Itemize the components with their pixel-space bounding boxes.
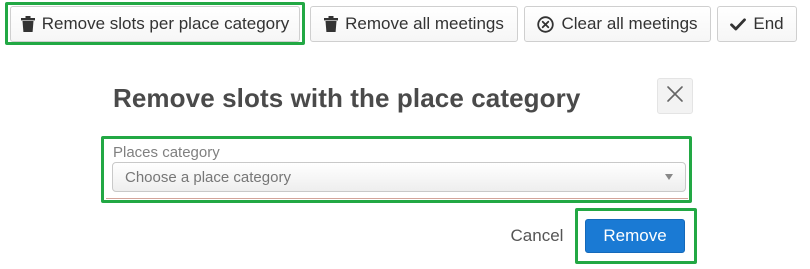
places-category-field: Places category Choose a place category <box>106 140 688 199</box>
clear-all-meetings-label: Clear all meetings <box>561 14 698 33</box>
close-icon <box>666 85 684 108</box>
places-category-label: Places category <box>113 144 220 161</box>
page: Remove slots per place category Remove a… <box>0 0 810 269</box>
toolbar: Remove slots per place category Remove a… <box>0 0 810 48</box>
cancel-button[interactable]: Cancel <box>502 222 572 250</box>
select-placeholder: Choose a place category <box>125 168 291 186</box>
circle-x-icon <box>537 15 555 33</box>
remove-all-meetings-button[interactable]: Remove all meetings <box>310 6 518 42</box>
dialog-title: Remove slots with the place category <box>113 83 581 113</box>
check-icon <box>730 17 747 31</box>
place-category-select[interactable]: Choose a place category <box>112 162 686 192</box>
clear-all-meetings-button[interactable]: Clear all meetings <box>524 6 711 42</box>
remove-slots-per-place-category-button[interactable]: Remove slots per place category <box>10 6 300 42</box>
remove-all-meetings-label: Remove all meetings <box>345 14 504 33</box>
close-button[interactable] <box>657 78 693 114</box>
remove-slots-per-place-category-label: Remove slots per place category <box>41 14 290 33</box>
end-label: End <box>753 14 784 33</box>
chevron-down-icon <box>665 174 673 180</box>
end-button[interactable]: End <box>717 6 797 42</box>
remove-button[interactable]: Remove <box>585 219 685 253</box>
trash-icon <box>20 16 35 32</box>
trash-icon <box>324 16 339 32</box>
